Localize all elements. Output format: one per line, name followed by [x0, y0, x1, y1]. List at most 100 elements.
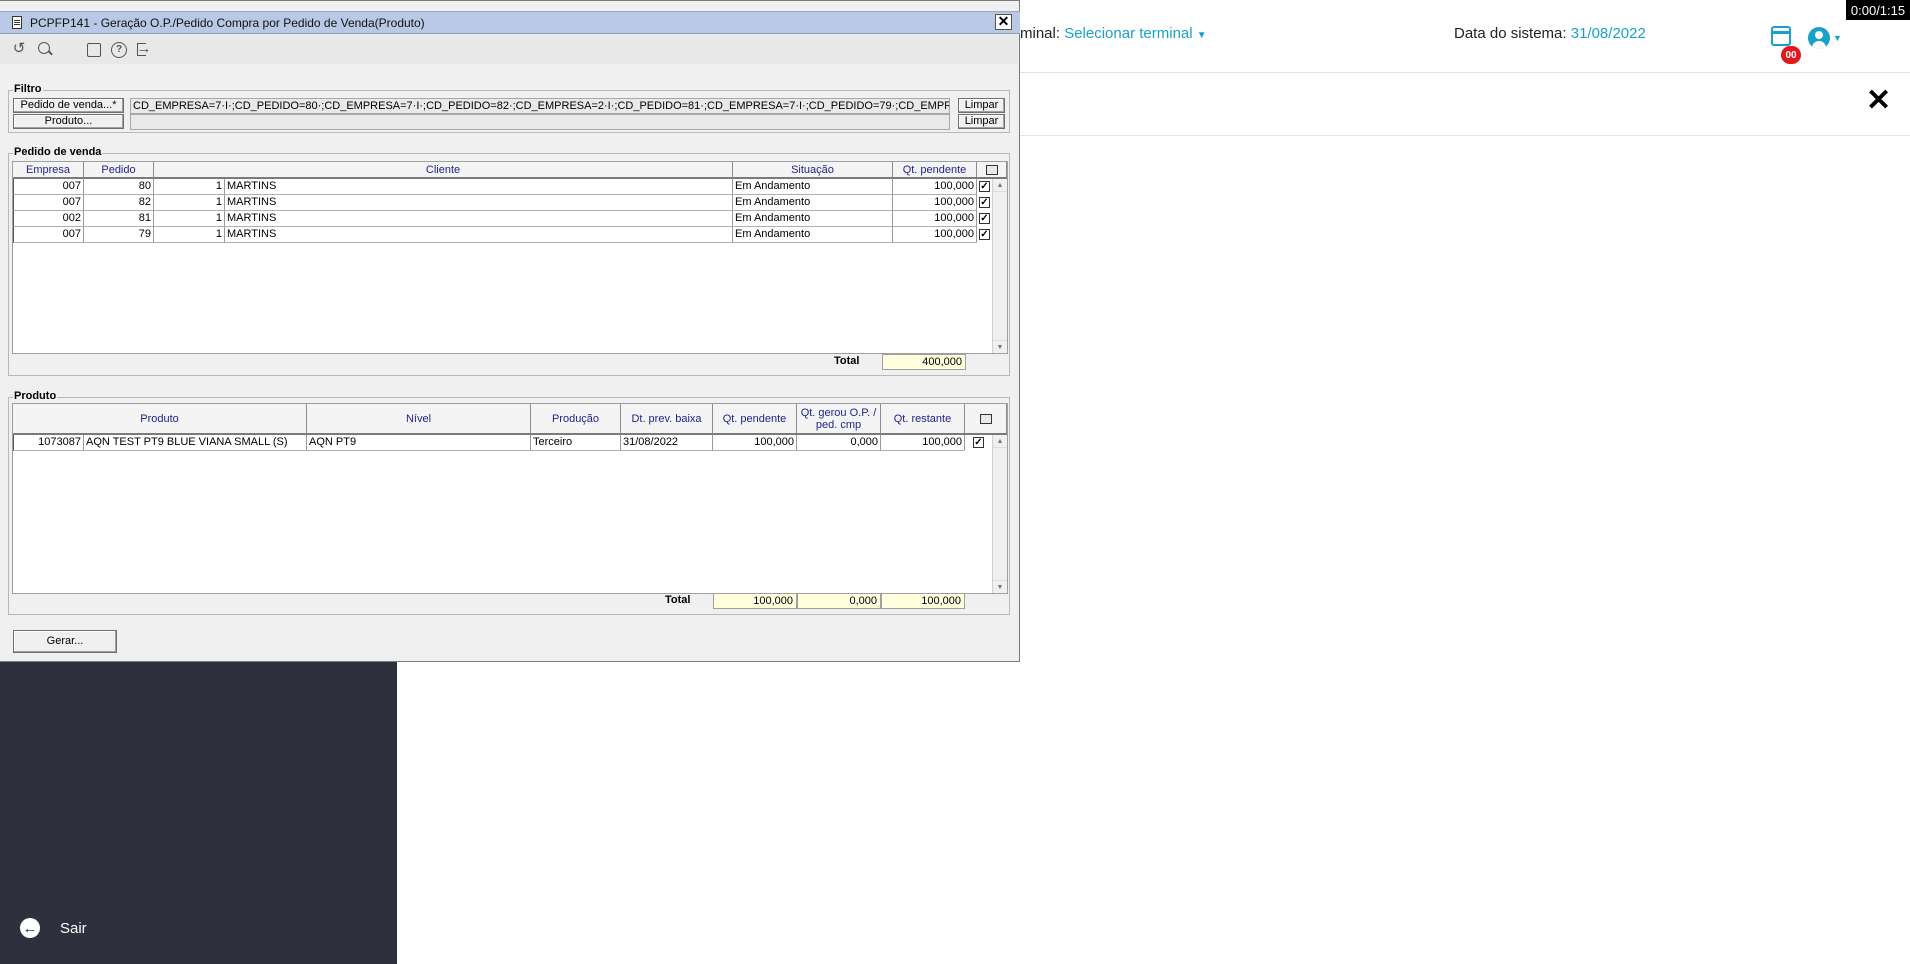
col-header-cliente[interactable]: Cliente: [154, 162, 733, 179]
produto-total-qt-pendente: 100,000: [713, 593, 797, 609]
row-checkbox[interactable]: ✓: [979, 213, 990, 224]
row-checkbox[interactable]: ✓: [979, 197, 990, 208]
terminal-selector[interactable]: minal: Selecionar terminal ▼: [1020, 25, 1207, 42]
col-header-nivel[interactable]: Nível: [307, 404, 531, 435]
col-header-dt-prev-baixa[interactable]: Dt. prev. baixa: [621, 404, 713, 435]
cell-qt-gerou[interactable]: 0,000: [797, 435, 881, 451]
produto-filter-field[interactable]: [130, 114, 950, 130]
row-checkbox[interactable]: ✓: [979, 181, 990, 192]
terminal-value[interactable]: Selecionar terminal: [1064, 25, 1192, 42]
cell-qt-pendente[interactable]: 100,000: [713, 435, 797, 451]
cell-empresa[interactable]: 007: [13, 179, 84, 195]
produto-label: Produto: [13, 390, 58, 402]
window-title: PCPFP141 - Geração O.P./Pedido Compra po…: [30, 16, 425, 30]
terminal-label: minal:: [1020, 25, 1061, 42]
cell-empresa[interactable]: 002: [13, 211, 84, 227]
divider: [1020, 135, 1910, 136]
cell-qt-pendente[interactable]: 100,000: [893, 211, 977, 227]
col-header-select: [965, 404, 1007, 435]
cell-qt-pendente[interactable]: 100,000: [893, 195, 977, 211]
help-icon[interactable]: ?: [111, 42, 127, 58]
document-icon: [12, 16, 22, 29]
toolbar: ↺ ? →: [0, 34, 1018, 64]
scroll-down-icon[interactable]: ▼: [993, 580, 1007, 593]
cell-cliente[interactable]: MARTINS: [225, 227, 733, 243]
produto-total-qt-gerou: 0,000: [797, 593, 881, 609]
exit-icon[interactable]: →: [135, 40, 153, 58]
col-header-qt-restante[interactable]: Qt. restante: [881, 404, 965, 435]
pedido-venda-label: Pedido de venda: [13, 146, 103, 158]
pedido-venda-scrollbar[interactable]: ▲ ▼: [992, 179, 1007, 353]
cell-cliente[interactable]: MARTINS: [225, 211, 733, 227]
scroll-up-icon[interactable]: ▲: [993, 179, 1007, 192]
cell-codigo[interactable]: 1073087: [13, 435, 84, 451]
produto-grid: Produto Nível Produção Dt. prev. baixa Q…: [12, 403, 1008, 594]
chevron-down-icon[interactable]: ▼: [1197, 30, 1207, 41]
cell-pedido[interactable]: 79: [84, 227, 154, 243]
produto-scrollbar[interactable]: ▲ ▼: [992, 435, 1007, 593]
sair-label: Sair: [60, 919, 87, 937]
col-header-produto[interactable]: Produto: [13, 404, 307, 435]
cell-dt-prev-baixa[interactable]: 31/08/2022: [621, 435, 713, 451]
calendar-icon[interactable]: [1771, 26, 1791, 46]
cell-empresa[interactable]: 007: [13, 195, 84, 211]
cell-cod-cliente[interactable]: 1: [154, 195, 225, 211]
cell-producao[interactable]: Terceiro: [531, 435, 621, 451]
sidebar: [0, 640, 397, 964]
col-header-qt-gerou[interactable]: Qt. gerou O.P. / ped. cmp: [797, 404, 881, 435]
select-all-checkbox[interactable]: [979, 413, 992, 424]
cell-qt-pendente[interactable]: 100,000: [893, 179, 977, 195]
col-header-situacao[interactable]: Situação: [733, 162, 893, 179]
cell-produto[interactable]: AQN TEST PT9 BLUE VIANA SMALL (S): [84, 435, 307, 451]
col-header-empresa[interactable]: Empresa: [13, 162, 84, 179]
scroll-down-icon[interactable]: ▼: [993, 340, 1007, 353]
cell-situacao[interactable]: Em Andamento: [733, 227, 893, 243]
produto-filter-button[interactable]: Produto...: [13, 114, 124, 129]
cell-cliente[interactable]: MARTINS: [225, 179, 733, 195]
cell-cod-cliente[interactable]: 1: [154, 179, 225, 195]
cell-pedido[interactable]: 80: [84, 179, 154, 195]
pedido-filter-field[interactable]: CD_EMPRESA=7·I·;CD_PEDIDO=80·;CD_EMPRESA…: [130, 98, 950, 114]
search-icon[interactable]: [36, 40, 54, 58]
calendar-icon[interactable]: [87, 43, 101, 57]
col-header-pedido[interactable]: Pedido: [84, 162, 154, 179]
chevron-down-icon[interactable]: ▼: [1833, 33, 1842, 43]
close-icon[interactable]: ✕: [1866, 86, 1891, 116]
col-header-qt-pendente[interactable]: Qt. pendente: [713, 404, 797, 435]
sair-button[interactable]: ← Sair: [20, 918, 87, 938]
limpar-pedido-button[interactable]: Limpar: [958, 98, 1005, 113]
pedido-venda-grid: Empresa Pedido Cliente Situação Qt. pend…: [12, 161, 1008, 354]
cell-cod-cliente[interactable]: 1: [154, 227, 225, 243]
gerar-button[interactable]: Gerar...: [13, 630, 117, 653]
col-header-producao[interactable]: Produção: [531, 404, 621, 435]
cell-qt-pendente[interactable]: 100,000: [893, 227, 977, 243]
cell-cod-cliente[interactable]: 1: [154, 211, 225, 227]
pcpfp141-window: PCPFP141 - Geração O.P./Pedido Compra po…: [0, 0, 1020, 662]
system-date-label: Data do sistema:: [1454, 25, 1567, 42]
cell-nivel[interactable]: AQN PT9: [307, 435, 531, 451]
cell-qt-restante[interactable]: 100,000: [881, 435, 965, 451]
cell-empresa[interactable]: 007: [13, 227, 84, 243]
select-all-checkbox[interactable]: [985, 164, 998, 175]
limpar-produto-button[interactable]: Limpar: [958, 114, 1005, 129]
notification-badge: 00: [1781, 46, 1801, 64]
col-header-qt-pendente[interactable]: Qt. pendente: [893, 162, 977, 179]
row-checkbox[interactable]: ✓: [979, 229, 990, 240]
window-close-button[interactable]: ✕: [995, 14, 1012, 30]
cell-pedido[interactable]: 82: [84, 195, 154, 211]
cell-situacao[interactable]: Em Andamento: [733, 179, 893, 195]
user-avatar-icon[interactable]: [1808, 27, 1830, 49]
row-checkbox[interactable]: ✓: [973, 437, 984, 448]
cell-situacao[interactable]: Em Andamento: [733, 195, 893, 211]
recording-timer: 0:00/1:15: [1846, 0, 1910, 20]
cell-pedido[interactable]: 81: [84, 211, 154, 227]
undo-icon[interactable]: ↺: [10, 40, 28, 58]
system-date: Data do sistema: 31/08/2022: [1454, 25, 1646, 42]
cell-cliente[interactable]: MARTINS: [225, 195, 733, 211]
pedido-venda-total-label: Total: [834, 355, 860, 367]
scroll-up-icon[interactable]: ▲: [993, 435, 1007, 448]
pedido-venda-filter-button[interactable]: Pedido de venda...*: [13, 98, 124, 113]
cell-situacao[interactable]: Em Andamento: [733, 211, 893, 227]
produto-total-qt-restante: 100,000: [881, 593, 965, 609]
col-header-select: [977, 162, 1007, 179]
